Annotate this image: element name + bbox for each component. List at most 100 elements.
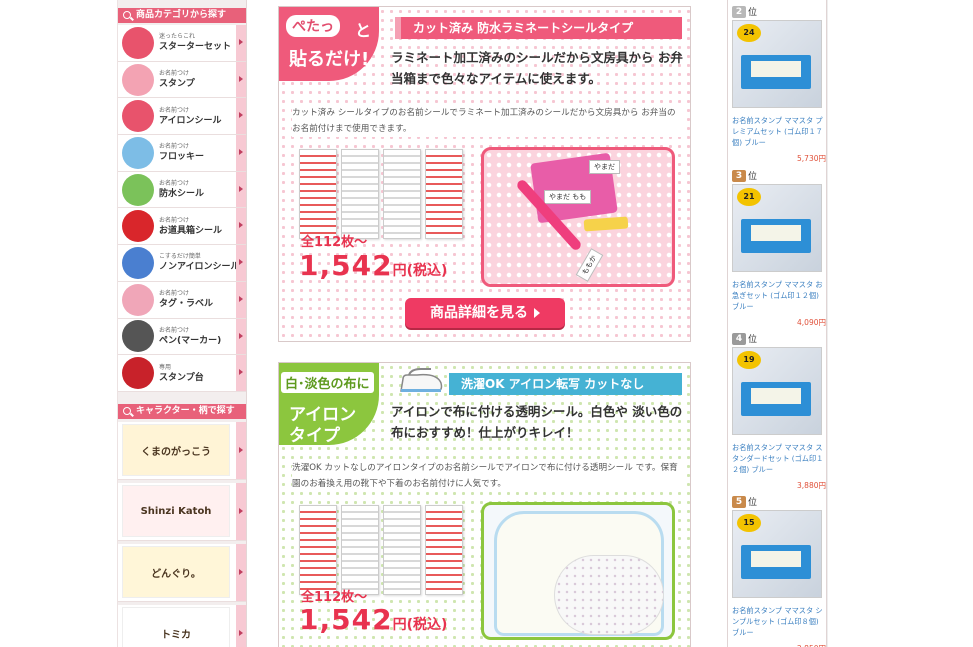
category-text: こするだけ簡単 ノンアイロンシール xyxy=(159,252,240,273)
title-suffix: と xyxy=(355,21,372,40)
page: 商品カテゴリから探す 迷ったらこれ スターターセット お名前つけ スタンプ お名前つけア… xyxy=(0,0,973,647)
chevron-right-icon xyxy=(236,281,246,318)
sheet-images xyxy=(299,149,469,239)
sidebar-category-item[interactable]: お名前つけ スタンプ xyxy=(118,61,246,99)
product-photo: やまだ もも やまだ ももか xyxy=(481,147,675,287)
rank-suffix: 位 xyxy=(748,8,758,18)
category-text: お名前つけ お道具箱シール xyxy=(159,216,222,237)
flocky-icon xyxy=(122,136,154,169)
ranking-item[interactable]: 5位 15 お名前スタンプ ママスタ シンプルセット (ゴム印８個) ブルー 2,85… xyxy=(732,492,826,647)
arrow-right-icon xyxy=(534,308,540,318)
category-sub-label: お名前つけ xyxy=(159,106,190,114)
title-pill: ぺたっ xyxy=(286,15,340,37)
sheet-image xyxy=(425,149,463,239)
character-header-label: キャラクター・柄で探す xyxy=(136,405,235,416)
product-name-link[interactable]: お名前スタンプ ママスタ シンプルセット (ゴム印８個) ブルー xyxy=(732,605,826,638)
price-value: 1,542 xyxy=(299,249,393,282)
sidebar-category-item[interactable]: 迷ったらこれ スターターセット xyxy=(118,25,246,62)
rank-suffix: 位 xyxy=(748,172,758,182)
sidebar-character-item[interactable]: トミカ xyxy=(118,604,246,647)
character-banner: くまのがっこう xyxy=(122,424,230,477)
category-text: お名前つけ アイロンシール xyxy=(159,106,222,127)
product-name-link[interactable]: お名前スタンプ ママスタ プレミアムセット (ゴム印１７個) ブルー xyxy=(732,115,826,148)
sheet-image xyxy=(299,149,337,239)
character-banner: どんぐり。 xyxy=(122,546,230,599)
category-label: スタンプ台 xyxy=(159,372,204,383)
sidebar-category-item[interactable]: お名前つけ フロッキー xyxy=(118,135,246,172)
rank-suffix: 位 xyxy=(748,335,758,345)
chevron-right-icon xyxy=(236,135,246,171)
waterproof-icon xyxy=(122,173,154,206)
sidebar: 商品カテゴリから探す 迷ったらこれ スターターセット お名前つけ スタンプ お名前つけア… xyxy=(117,0,247,647)
chevron-right-icon xyxy=(236,208,246,245)
category-text: お名前つけ スタンプ xyxy=(159,69,195,90)
product-thumbnail[interactable]: 19 xyxy=(732,347,822,435)
search-icon xyxy=(123,406,131,415)
stamp-box-graphic xyxy=(741,545,811,579)
category-header-label: 商品カテゴリから探す xyxy=(136,10,227,20)
category-text: お名前つけ フロッキー xyxy=(159,142,204,163)
sidebar-character-item[interactable]: Shinzi Katoh xyxy=(118,482,246,541)
name-label: やまだ もも xyxy=(544,190,592,204)
product-thumbnail[interactable]: 21 xyxy=(732,184,822,272)
piece-count-badge: 15 xyxy=(737,514,761,532)
category-text: 専用 スタンプ台 xyxy=(159,363,204,384)
stamp-box-graphic xyxy=(741,219,811,253)
category-label: 防水シール xyxy=(159,189,205,200)
chevron-right-icon xyxy=(236,604,246,647)
category-label: ペン(マーカー) xyxy=(159,335,222,346)
sheet-images xyxy=(299,505,469,595)
category-text: 迷ったらこれ スターターセット xyxy=(159,32,231,53)
stamp-box-graphic xyxy=(741,382,811,416)
product-price: 4,090円 xyxy=(797,318,826,327)
starter-set-icon xyxy=(122,26,154,59)
category-sub-label: お名前つけ xyxy=(159,180,190,188)
rank-indicator: 2位 xyxy=(732,2,826,18)
product-detail-button[interactable]: 商品詳細を見る xyxy=(405,298,565,328)
sidebar-character-item[interactable]: くまのがっこう xyxy=(118,421,246,480)
sidebar-category-item[interactable]: お名前つけ ペン(マーカー) xyxy=(118,318,246,356)
category-sub-label: こするだけ簡単 xyxy=(159,253,201,261)
chevron-right-icon xyxy=(236,245,246,281)
sidebar-category-item[interactable]: 専用 スタンプ台 xyxy=(118,355,246,392)
chevron-right-icon xyxy=(236,355,246,391)
product-thumbnail[interactable]: 24 xyxy=(732,20,822,108)
sidebar-category-item[interactable]: お名前つけ アイロンシール xyxy=(118,98,246,136)
category-label: タグ・ラベル xyxy=(159,299,214,310)
sheet-image xyxy=(341,149,379,239)
rank-indicator: 4位 xyxy=(732,329,826,345)
ranking-item[interactable]: 3 位 21 お名前スタンプ ママスタ お急ぎセット (ゴム印１２個) ブルー 4,09… xyxy=(732,166,826,328)
iron-icon xyxy=(400,368,443,392)
chevron-right-icon xyxy=(236,482,246,540)
sidebar-character-item[interactable]: どんぐり。 xyxy=(118,543,246,602)
sidebar-category-item[interactable]: お名前つけ 防水シール xyxy=(118,171,246,209)
chevron-right-icon xyxy=(236,171,246,208)
search-icon xyxy=(123,11,131,19)
character-header: キャラクター・柄で探す xyxy=(118,403,246,419)
product-thumbnail[interactable]: 15 xyxy=(732,510,822,598)
category-sub-label: 迷ったらこれ xyxy=(159,33,196,41)
piece-count-badge: 21 xyxy=(737,188,761,206)
title-line2: タイプ xyxy=(289,426,340,446)
ranking-item[interactable]: 2 位 24 お名前スタンプ ママスタ プレミアムセット (ゴム印１７個) ブルー 5,… xyxy=(732,2,826,164)
sheet-image xyxy=(425,505,463,595)
crown-icon: 2 xyxy=(732,6,746,18)
product-name-link[interactable]: お名前スタンプ ママスタ お急ぎセット (ゴム印１２個) ブルー xyxy=(732,279,826,312)
category-label: スターターセット xyxy=(159,42,232,53)
sidebar-category-item[interactable]: お名前つけ お道具箱シール xyxy=(118,208,246,246)
chevron-right-icon xyxy=(236,25,246,61)
sheet-image xyxy=(383,505,421,595)
product-panel-iron: 白･淡色の布に アイロン タイプ 洗濯OK アイロン転写 カットなし アイロンで… xyxy=(278,362,691,647)
sheet-count: 全112枚～ xyxy=(301,235,368,250)
iron-icon xyxy=(122,100,154,133)
category-label: アイロンシール xyxy=(159,115,222,126)
product-name-link[interactable]: お名前スタンプ ママスタ スタンダードセット (ゴム印１２個) ブルー xyxy=(732,442,826,475)
name-label: やまだ xyxy=(589,160,620,174)
sidebar-category-item[interactable]: お名前つけ タグ・ラベル xyxy=(118,281,246,319)
sheet-image xyxy=(383,149,421,239)
piece-count-badge: 24 xyxy=(737,24,761,42)
category-sub-label: お名前つけ xyxy=(159,326,190,334)
ranking-item[interactable]: 4 位 19 お名前スタンプ ママスタ スタンダードセット (ゴム印１２個) ブルー 3… xyxy=(732,329,826,491)
lead-text: ラミネート加工済みのシールだから文房具から お弁当箱まで色々なアイテムに使えます… xyxy=(391,50,683,86)
sidebar-category-item[interactable]: こするだけ簡単 ノンアイロンシール xyxy=(118,245,246,282)
